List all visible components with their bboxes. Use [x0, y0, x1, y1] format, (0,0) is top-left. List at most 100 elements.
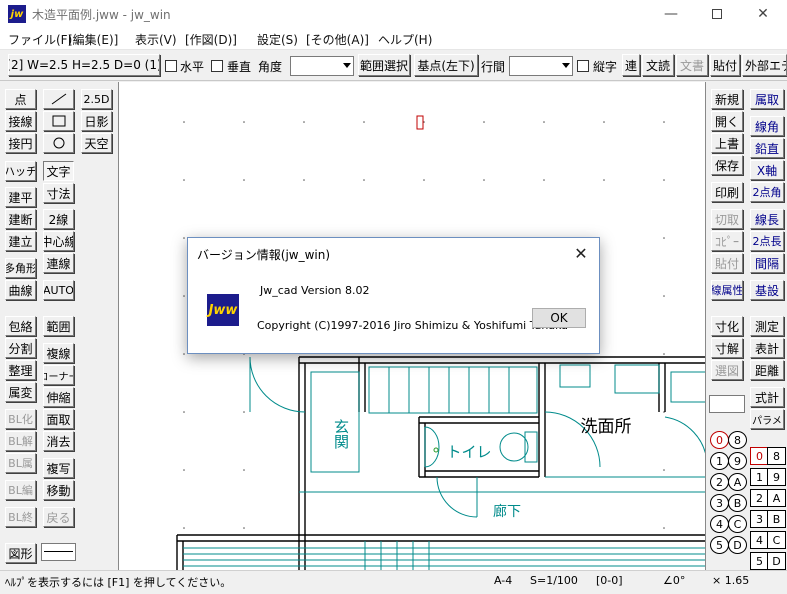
tool-continuous-line[interactable]: 連線: [43, 253, 74, 273]
layer-info-button[interactable]: [2] W=2.5 H=2.5 D=0 (1): [8, 54, 160, 76]
tool-plan[interactable]: 建平: [5, 187, 36, 207]
cut-button[interactable]: 切取: [711, 209, 743, 229]
new-button[interactable]: 新規: [711, 89, 743, 109]
layer-b[interactable]: B: [728, 494, 747, 512]
tool-hatch[interactable]: ハッチ: [5, 161, 36, 181]
distance-button[interactable]: 距離: [750, 360, 784, 380]
status-paper[interactable]: A-4: [494, 574, 512, 587]
ok-button[interactable]: OK: [532, 308, 586, 328]
attr-take-button[interactable]: 属取: [750, 89, 784, 109]
tool-elevation[interactable]: 建立: [5, 231, 36, 251]
menu-help[interactable]: ヘルプ(H): [378, 31, 432, 48]
parametric-button[interactable]: パラメ: [750, 409, 784, 429]
tool-rectangle[interactable]: [43, 111, 74, 131]
layer-c[interactable]: C: [728, 515, 747, 533]
tool-section[interactable]: 建断: [5, 209, 36, 229]
angle-combo[interactable]: [290, 56, 354, 76]
group-c[interactable]: C: [767, 531, 786, 549]
layer-d[interactable]: D: [728, 536, 747, 554]
overwrite-button[interactable]: 上書: [711, 133, 743, 153]
status-zoom[interactable]: × 1.65: [712, 574, 749, 587]
external-editor-button[interactable]: 外部エデ: [742, 54, 787, 76]
tool-polygon[interactable]: 多角形: [5, 258, 36, 278]
tool-bl-release[interactable]: BL解: [5, 431, 36, 451]
tool-tidy[interactable]: 整理: [5, 360, 36, 380]
tool-bl-make[interactable]: BL化: [5, 409, 36, 429]
close-button[interactable]: ✕: [740, 0, 786, 28]
interval-button[interactable]: 間隔: [750, 253, 784, 273]
tool-chamfer[interactable]: 面取: [43, 409, 74, 429]
base-point-button[interactable]: 基点(左下): [414, 54, 478, 76]
print-button[interactable]: 印刷: [711, 182, 743, 202]
tool-curve[interactable]: 曲線: [5, 280, 36, 300]
tool-circle[interactable]: [43, 133, 74, 153]
menu-view[interactable]: 表示(V): [135, 31, 177, 48]
group-8[interactable]: 8: [767, 447, 786, 465]
tool-bl-edit[interactable]: BL編: [5, 480, 36, 500]
line-spacing-combo[interactable]: [509, 56, 573, 76]
maximize-button[interactable]: [694, 0, 740, 28]
menu-file[interactable]: ファイル(F): [8, 31, 72, 48]
status-scale[interactable]: S=1/100: [530, 574, 578, 587]
tool-tangent-circle[interactable]: 接円: [5, 133, 36, 153]
tool-double-line[interactable]: 2線: [43, 209, 74, 229]
tool-center-line[interactable]: 中心線: [43, 231, 74, 251]
layer-1[interactable]: 1: [710, 452, 729, 470]
tool-envelope[interactable]: 包絡: [5, 316, 36, 336]
layer-4[interactable]: 4: [710, 515, 729, 533]
tool-shadow[interactable]: 日影: [81, 111, 112, 131]
tool-dimension[interactable]: 寸法: [43, 183, 74, 203]
layer-2[interactable]: 2: [710, 473, 729, 491]
layer-a[interactable]: A: [728, 473, 747, 491]
tool-sky[interactable]: 天空: [81, 133, 112, 153]
group-b[interactable]: B: [767, 510, 786, 528]
group-9[interactable]: 9: [767, 468, 786, 486]
range-select-button[interactable]: 範囲選択: [358, 54, 410, 76]
dim-make-button[interactable]: 寸化: [711, 316, 743, 336]
menu-edit[interactable]: [編集(E)]: [68, 31, 118, 48]
line-attr-button[interactable]: 線属性: [711, 280, 743, 300]
two-point-length-button[interactable]: 2点長: [750, 231, 784, 251]
line-length-button[interactable]: 線長: [750, 209, 784, 229]
tool-divide[interactable]: 分割: [5, 338, 36, 358]
layer-9[interactable]: 9: [728, 452, 747, 470]
horizontal-checkbox[interactable]: [165, 60, 177, 72]
tool-tangent-line[interactable]: 接線: [5, 111, 36, 131]
tool-extend[interactable]: 伸縮: [43, 387, 74, 407]
tool-bl-attr[interactable]: BL属: [5, 453, 36, 473]
tool-copy[interactable]: 複写: [43, 458, 74, 478]
tool-text[interactable]: 文字: [43, 161, 74, 181]
group-d[interactable]: D: [767, 552, 786, 570]
minimize-button[interactable]: —: [648, 0, 694, 28]
tool-line[interactable]: [43, 89, 74, 109]
x-axis-button[interactable]: X軸: [750, 160, 784, 180]
text-doc-button[interactable]: 文書: [676, 54, 708, 76]
layer-0[interactable]: 0: [710, 431, 729, 449]
vertical-checkbox[interactable]: [211, 60, 223, 72]
save-button[interactable]: 保存: [711, 155, 743, 175]
layer-5[interactable]: 5: [710, 536, 729, 554]
tool-corner[interactable]: コーナー: [43, 365, 74, 385]
tool-point[interactable]: 点: [5, 89, 36, 109]
tool-bl-end[interactable]: BL終: [5, 507, 36, 527]
copy-button[interactable]: ｺﾋﾟｰ: [711, 231, 743, 251]
tool-shape[interactable]: 図形: [5, 543, 36, 563]
vertical-text-checkbox[interactable]: [577, 60, 589, 72]
status-angle[interactable]: ∠0°: [663, 574, 685, 587]
open-button[interactable]: 開く: [711, 111, 743, 131]
line-type-preview[interactable]: [41, 543, 76, 561]
tool-attr-change[interactable]: 属変: [5, 382, 36, 402]
tool-range[interactable]: 範囲: [43, 316, 74, 336]
tool-offset[interactable]: 複線: [43, 343, 74, 363]
tool-move[interactable]: 移動: [43, 480, 74, 500]
tool-undo[interactable]: 戻る: [43, 507, 74, 527]
select-drawing-button[interactable]: 選図: [711, 360, 743, 380]
vertical-angle-button[interactable]: 鉛直: [750, 138, 784, 158]
paste-button[interactable]: 貼付: [711, 253, 743, 273]
tool-erase[interactable]: 消去: [43, 431, 74, 451]
menu-settings[interactable]: 設定(S): [257, 31, 298, 48]
paste-text-button[interactable]: 貼付: [710, 54, 740, 76]
layer-3[interactable]: 3: [710, 494, 729, 512]
line-angle-button[interactable]: 線角: [750, 116, 784, 136]
line-color-preview[interactable]: [709, 395, 745, 413]
